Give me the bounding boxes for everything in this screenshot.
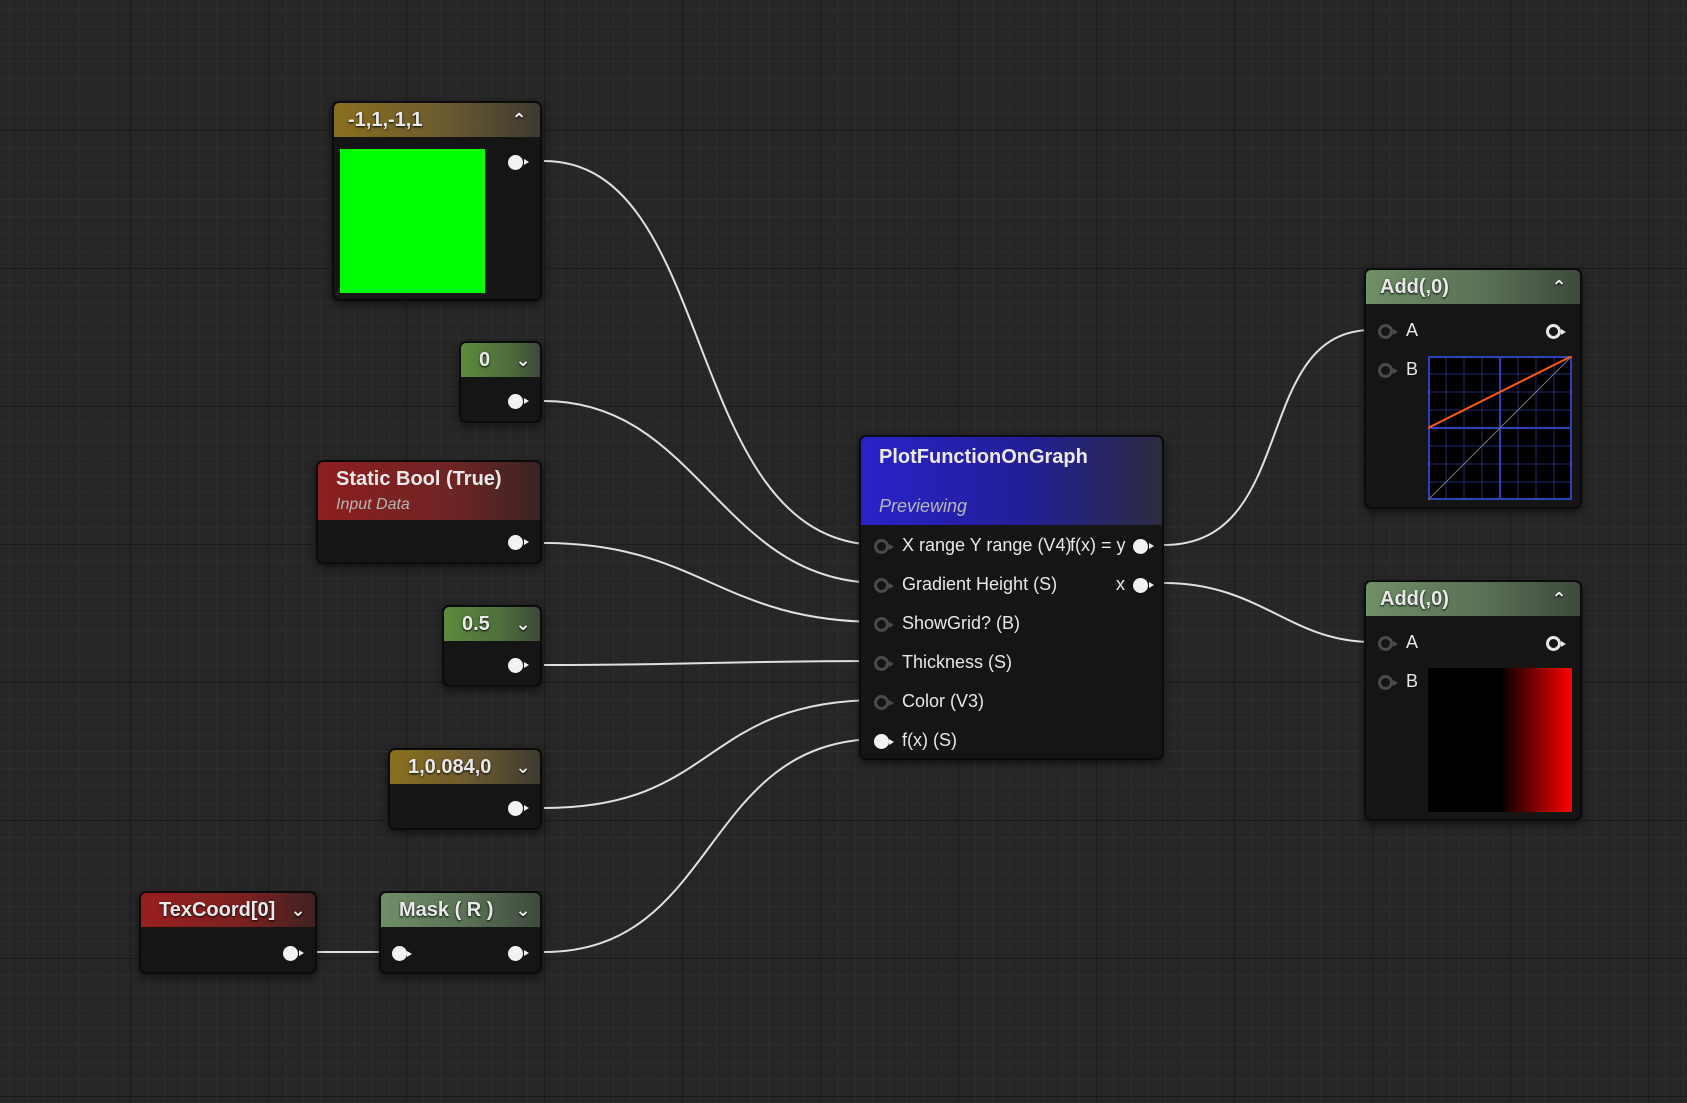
node-title: Add(,0) [1380,587,1449,610]
input-label: f(x) (S) [902,730,957,750]
node-header[interactable]: Add(,0) ⌃ [1366,582,1580,616]
gradient-height-node[interactable]: 0 ⌄ [459,341,542,423]
node-header[interactable]: PlotFunctionOnGraph Previewing [861,437,1162,525]
pin-output-icon[interactable] [508,801,529,816]
input-label: Thickness (S) [902,652,1013,672]
wire-bool-to-showgrid [543,542,881,623]
pin-a-label: A [1406,320,1419,340]
mask-node[interactable]: Mask ( R ) ⌄ [379,891,542,974]
pin-output-icon[interactable] [508,658,529,673]
wire-constant4-to-xrange [543,160,881,546]
pin-input-icon[interactable] [874,656,894,671]
pin-output-icon[interactable] [1546,636,1566,651]
node-title: 1,0.084,0 [408,755,492,778]
pin-input-icon[interactable] [874,578,894,593]
input-label: X range Y range (V4) [902,535,1072,555]
pin-input-icon[interactable] [874,695,894,710]
pin-output-icon[interactable] [508,946,529,961]
node-title: -1,1,-1,1 [348,108,423,131]
pin-input-icon[interactable] [1378,363,1398,378]
wire-fx-to-add-top [1163,329,1373,546]
output-label: f(x) = y [1070,535,1126,555]
node-title: 0 [479,348,491,371]
pin-output-icon[interactable] [1133,578,1154,593]
constant4-node[interactable]: -1,1,-1,1 ⌃ [332,101,542,301]
wire-color-to-plot [543,699,881,809]
pin-output-icon[interactable] [508,394,529,409]
pin-output-icon[interactable] [283,946,304,961]
node-header[interactable]: 1,0.084,0 ⌄ [390,750,540,784]
wire-mask-to-fx [543,738,881,953]
chevron-up-icon[interactable]: ⌃ [1550,277,1568,298]
chevron-down-icon[interactable]: ⌄ [514,350,532,371]
pin-input-icon[interactable] [1378,324,1398,339]
node-title: PlotFunctionOnGraph [879,446,1088,468]
pin-b-label: B [1406,359,1419,379]
pin-input-icon[interactable] [392,946,412,961]
node-header[interactable]: -1,1,-1,1 ⌃ [334,103,540,137]
pin-output-icon[interactable] [1133,539,1154,554]
add-node-bottom[interactable]: Add(,0) ⌃ A B [1364,580,1582,821]
node-subtitle: Input Data [336,496,410,513]
node-header[interactable]: 0.5 ⌄ [444,607,540,641]
graph-preview [1428,356,1572,500]
input-label: ShowGrid? (B) [902,613,1021,633]
node-header[interactable]: TexCoord[0] ⌄ [141,893,315,927]
output-label: x [1116,574,1125,594]
chevron-down-icon[interactable]: ⌄ [514,614,532,635]
pin-input-icon[interactable] [874,617,894,632]
pin-output-icon[interactable] [1546,324,1566,339]
chevron-up-icon[interactable]: ⌃ [510,110,528,131]
pin-a-label: A [1406,632,1419,652]
chevron-up-icon[interactable]: ⌃ [1550,589,1568,610]
add-node-top[interactable]: Add(,0) ⌃ A B [1364,268,1582,509]
pin-input-icon[interactable] [1378,675,1398,690]
node-subtitle: Previewing [879,496,968,516]
node-header[interactable]: Mask ( R ) ⌄ [381,893,540,927]
node-title: Static Bool (True) [336,468,502,490]
pin-input-icon[interactable] [874,539,894,554]
pin-input-icon[interactable] [1378,636,1398,651]
static-bool-node[interactable]: Static Bool (True) Input Data [316,460,542,564]
node-title: Mask ( R ) [399,898,494,921]
pin-input-icon[interactable] [874,734,894,749]
node-header[interactable]: Static Bool (True) Input Data [318,462,540,520]
color-preview [340,149,485,293]
pin-b-label: B [1406,671,1419,691]
input-label: Gradient Height (S) [902,574,1058,594]
gradient-preview [1428,668,1572,812]
chevron-down-icon[interactable]: ⌄ [514,757,532,778]
wire-thickness-to-plot [543,660,881,666]
input-label: Color (V3) [902,691,985,711]
node-title: TexCoord[0] [159,898,276,921]
thickness-node[interactable]: 0.5 ⌄ [442,605,542,687]
node-header[interactable]: 0 ⌄ [461,343,540,377]
color-node[interactable]: 1,0.084,0 ⌄ [388,748,542,830]
texcoord-node[interactable]: TexCoord[0] ⌄ [139,891,317,974]
pin-output-icon[interactable] [508,155,529,170]
wire-gradient-to-plot [543,400,881,584]
chevron-down-icon[interactable]: ⌄ [289,900,307,921]
node-title: 0.5 [462,612,490,635]
chevron-down-icon[interactable]: ⌄ [514,900,532,921]
plot-function-node[interactable]: PlotFunctionOnGraph Previewing X range Y… [859,435,1164,760]
node-header[interactable]: Add(,0) ⌃ [1366,270,1580,304]
pin-output-icon[interactable] [508,535,529,550]
wire-x-to-add-bottom [1163,582,1373,643]
node-title: Add(,0) [1380,275,1449,298]
